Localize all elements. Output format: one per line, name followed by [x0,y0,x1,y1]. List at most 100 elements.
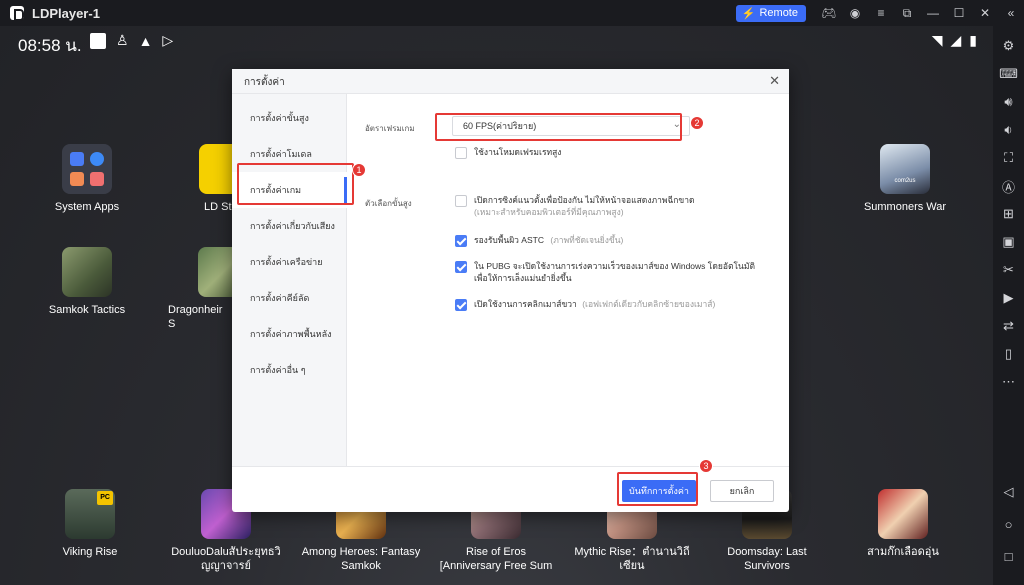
app-label-line2: Survivors [744,560,790,572]
astc-checkbox[interactable] [455,235,467,247]
app-label-line1: Mythic Rise：ตำนานวิถี [574,546,690,558]
vsync-checkbox[interactable] [455,195,467,207]
app-label: Samkok Tactics [48,304,126,316]
fullscreen-icon[interactable]: ⛶ [993,144,1024,172]
summoners-badge: com2us [894,178,916,184]
window-title: LDPlayer-1 [32,5,100,21]
app-system-apps[interactable]: System Apps [37,144,137,214]
app-label-line1: Doomsday: Last [727,546,807,558]
volume-up-icon[interactable]: 🔊︎ [993,88,1024,116]
wifi-icon: ◥ [931,32,943,48]
app-label: Dragonheir S [168,304,223,330]
recents-icon[interactable]: □ [993,542,1024,570]
sam-kok-icon [878,489,928,539]
notification-square-icon [90,32,106,49]
popout-icon[interactable]: ⧉ [894,0,920,26]
app-sam-kok[interactable]: สามก๊กเลือดอุ่น [853,489,953,559]
ldplayer-logo-icon [10,6,24,21]
back-icon[interactable]: ◁ [993,478,1024,506]
samkok-tactics-icon [62,247,112,297]
app-label-line2: ญญาจารย์ [201,560,251,572]
right-click-label: เปิดใช้งานการคลิกเมาส์ขวา [474,299,577,309]
pubg-mouse-checkbox[interactable] [455,261,467,273]
settings-gear-icon[interactable]: ⚙ [993,32,1024,60]
annotation-badge-3: 3 [699,459,713,473]
annotation-badge-1: 1 [352,163,366,177]
nav-wallpaper[interactable]: การตั้งค่าภาพพื้นหลัง [232,316,347,352]
vsync-label: เปิดการซิงค์แนวตั้งเพื่อป้องกัน ไม่ให้หน… [474,195,695,205]
app-label-line1: Among Heroes: Fantasy [301,546,421,558]
account-icon[interactable]: ◉ [842,0,868,26]
pubg-mouse-label-line2: เพื่อให้การเล็งแม่นยำยิ่งขึ้น [474,273,572,283]
gamepad-icon[interactable]: 🎮︎ [816,0,842,26]
collapse-icon[interactable]: « [998,0,1024,26]
high-fps-checkbox[interactable] [455,147,467,159]
viking-rise-icon: PC [65,489,115,539]
maximize-icon[interactable]: ☐ [946,0,972,26]
apk-icon[interactable]: ▣ [993,228,1024,256]
app-viking-rise[interactable]: PC Viking Rise [40,489,140,559]
add-icon[interactable]: ⊞ [993,200,1024,228]
remote-icon: ⚡ [741,7,756,20]
annotation-badge-2: 2 [690,116,704,130]
astc-row: รองรับพื้นผิว ASTC (ภาพที่ชัดเจนยิ่งขึ้น… [455,234,623,247]
summoners-war-icon: com2us [880,144,930,194]
sync-icon[interactable]: ⇄ [993,312,1024,340]
title-bar: LDPlayer-1 ⚡ Remote 🎮︎ ◉ ≡ ⧉ — ☐ ✕ « [0,0,1024,26]
app-label-line1: DouluoDaluสัประยุทธวิ [171,546,281,558]
system-apps-icon [62,144,112,194]
volume-down-icon[interactable]: 🔉︎ [993,116,1024,144]
app-label-line2: เซียน [619,560,645,572]
right-click-row: เปิดใช้งานการคลิกเมาส์ขวา (เอฟเฟกต์เดียว… [455,298,715,311]
pubg-mouse-label: ใน PUBG จะเปิดใช้งานการเร่งความเร็วของเม… [474,261,755,271]
app-label-line1: Rise of Eros [466,546,526,558]
app-summoners-war[interactable]: com2us Summoners War [855,144,955,214]
pc-badge: PC [97,491,113,505]
macro-icon[interactable]: Ⓐ [993,172,1024,200]
nav-shortcuts[interactable]: การตั้งค่าคีย์ลัด [232,280,347,316]
keyboard-icon[interactable]: ⌨ [993,60,1024,88]
dialog-header: การตั้งค่า ✕ [232,69,789,94]
dialog-title: การตั้งค่า [244,77,285,88]
astc-label: รองรับพื้นผิว ASTC [474,235,544,245]
app-label: Summoners War [863,201,947,213]
figure-icon: ♙ [116,32,129,48]
app-label: System Apps [54,201,120,213]
nav-advanced[interactable]: การตั้งค่าขั้นสูง [232,100,347,136]
nav-other[interactable]: การตั้งค่าอื่น ๆ [232,352,347,388]
close-icon[interactable]: ✕ [972,0,998,26]
app-dragonheir[interactable]: Dragonheir S [168,247,248,331]
dialog-close-icon[interactable]: ✕ [769,73,780,89]
status-bar: 08:58 น. ♙ ▲ ▷ ◥ ◢ ▮ [0,26,993,56]
advanced-options-label: ตัวเลือกขั้นสูง [365,199,412,208]
right-toolbar: ⚙ ⌨ 🔊︎ 🔉︎ ⛶ Ⓐ ⊞ ▣ ✂ ▶ ⇄ ▯ ⋯ ◁ ○ □ [993,26,1024,585]
vsync-row: เปิดการซิงค์แนวตั้งเพื่อป้องกัน ไม่ให้หน… [455,194,695,218]
cancel-button[interactable]: ยกเลิก [710,480,774,502]
astc-sublabel: (ภาพที่ชัดเจนยิ่งขึ้น) [550,235,624,245]
play-store-icon: ▷ [162,32,174,48]
clock: 08:58 น. [18,36,82,55]
minimize-icon[interactable]: — [920,0,946,26]
app-label: สามก๊กเลือดอุ่น [867,546,939,558]
app-samkok-tactics[interactable]: Samkok Tactics [37,247,137,317]
high-fps-label: ใช้งานโหมดเฟรมเรทสูง [474,147,562,157]
signal-icon: ◢ [950,32,962,48]
right-click-checkbox[interactable] [455,299,467,311]
menu-icon[interactable]: ≡ [868,0,894,26]
app-label: LD Sto [204,201,238,213]
video-icon[interactable]: ▶ [993,284,1024,312]
more-icon[interactable]: ⋯ [993,368,1024,396]
home-icon[interactable]: ○ [993,510,1024,538]
app-label-line2: Samkok [341,560,381,572]
remote-button[interactable]: ⚡ Remote [735,4,806,22]
game-settings-panel: อัตราเฟรมเกม 60 FPS(ค่าปริยาย) ⌄ ใช้งานโ… [347,94,789,466]
pubg-mouse-row: ใน PUBG จะเปิดใช้งานการเร่งความเร็วของเม… [455,260,755,284]
app-label: Viking Rise [62,546,118,558]
shake-icon[interactable]: ▯ [993,340,1024,368]
annotation-box-2 [435,113,682,141]
vsync-sublabel: (เหมาะสำหรับคอมพิวเตอร์ที่มีคุณภาพสูง) [474,207,624,217]
scissors-icon[interactable]: ✂ [993,256,1024,284]
nav-network[interactable]: การตั้งค่าเครือข่าย [232,244,347,280]
settings-nav: การตั้งค่าขั้นสูง การตั้งค่าโมเดล การตั้… [232,94,347,466]
nav-audio[interactable]: การตั้งค่าเกี่ยวกับเสียง [232,208,347,244]
